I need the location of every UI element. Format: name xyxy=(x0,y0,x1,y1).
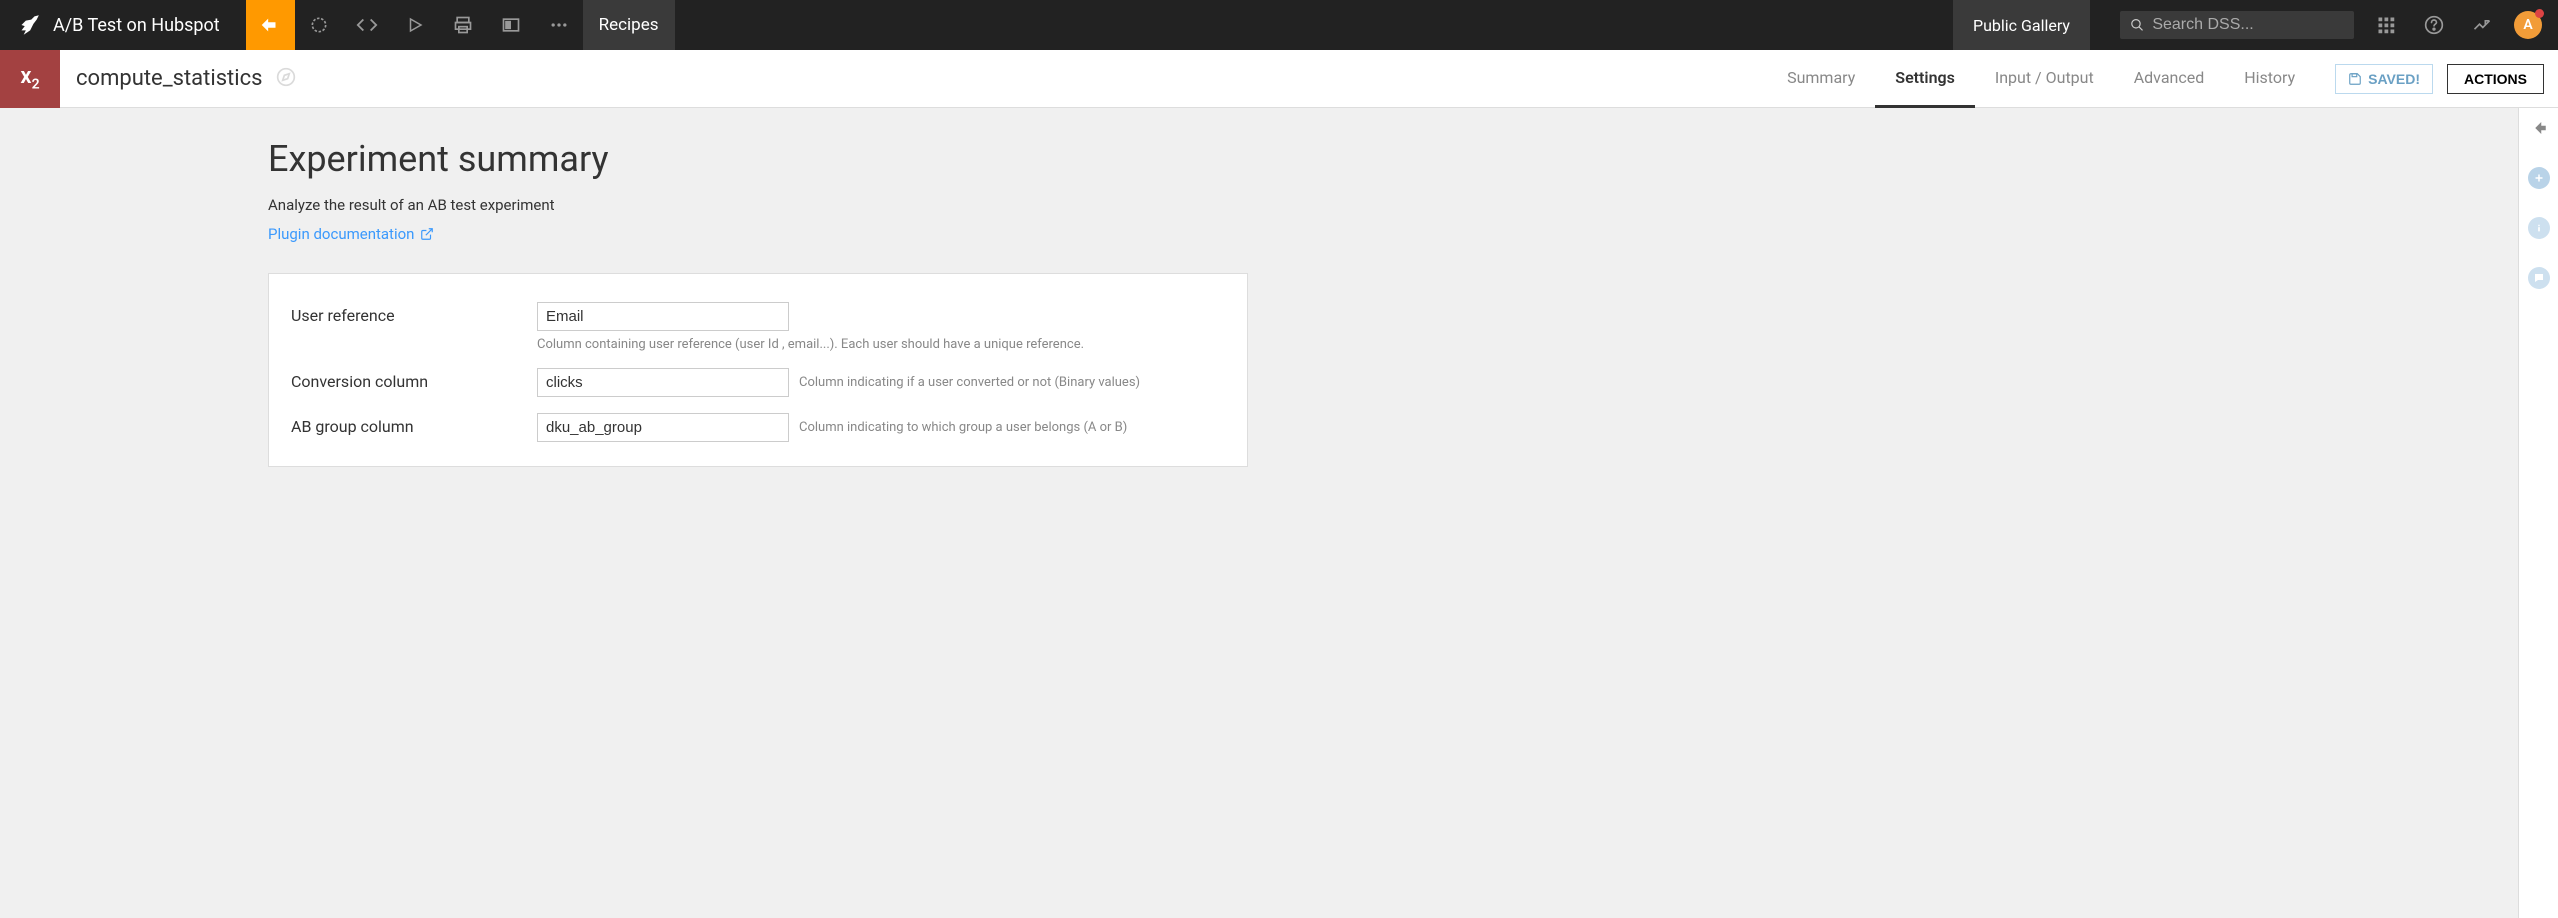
row-conversion-column: Conversion column Column indicating if a… xyxy=(291,368,1225,397)
add-circle-icon[interactable] xyxy=(2525,164,2553,192)
recipe-badge: x2 xyxy=(0,50,60,108)
avatar-letter: A xyxy=(2523,17,2532,33)
label-ab-group-column: AB group column xyxy=(291,413,537,436)
page-description: Analyze the result of an AB test experim… xyxy=(268,196,1248,214)
doc-link-text: Plugin documentation xyxy=(268,225,414,243)
top-bar: A/B Test on Hubspot Recipes Public Galle… xyxy=(0,0,2558,50)
flow-icon[interactable] xyxy=(246,0,295,50)
help-icon[interactable] xyxy=(2410,0,2458,50)
saved-button[interactable]: SAVED! xyxy=(2335,64,2433,94)
main-wrap: Experiment summary Analyze the result of… xyxy=(0,108,2558,918)
dashboard-icon[interactable] xyxy=(487,0,535,50)
secondary-tabs: Summary Settings Input / Output Advanced… xyxy=(1767,50,2315,108)
recipe-name: compute_statistics xyxy=(76,66,262,91)
tab-advanced[interactable]: Advanced xyxy=(2114,50,2225,108)
hint-ab-group-column: Column indicating to which group a user … xyxy=(799,420,1127,435)
notification-dot-icon xyxy=(2535,9,2544,18)
plugin-doc-link[interactable]: Plugin documentation xyxy=(268,225,434,243)
actions-button[interactable]: ACTIONS xyxy=(2447,64,2544,94)
tab-history[interactable]: History xyxy=(2224,50,2315,108)
label-user-reference: User reference xyxy=(291,302,537,325)
right-rail xyxy=(2518,108,2558,918)
badge-main: x xyxy=(20,64,31,89)
search-wrapper[interactable] xyxy=(2120,11,2354,39)
hint-user-reference: Column containing user reference (user I… xyxy=(537,337,1225,352)
nav-recipes[interactable]: Recipes xyxy=(583,0,675,50)
label-conversion-column: Conversion column xyxy=(291,368,537,391)
print-icon[interactable] xyxy=(439,0,487,50)
settings-form: User reference Column containing user re… xyxy=(268,273,1248,467)
refresh-icon[interactable] xyxy=(295,0,343,50)
row-user-reference: User reference Column containing user re… xyxy=(291,302,1225,352)
external-link-icon xyxy=(420,227,434,241)
secondary-bar: x2 compute_statistics Summary Settings I… xyxy=(0,50,2558,108)
chat-circle-icon[interactable] xyxy=(2525,264,2553,292)
play-icon[interactable] xyxy=(391,0,439,50)
input-conversion-column[interactable] xyxy=(537,368,789,397)
logo-area: A/B Test on Hubspot xyxy=(0,12,246,38)
trend-icon[interactable] xyxy=(2458,0,2506,50)
saved-label: SAVED! xyxy=(2368,71,2420,87)
info-circle-icon[interactable] xyxy=(2525,214,2553,242)
ellipsis-icon[interactable] xyxy=(535,0,583,50)
project-title[interactable]: A/B Test on Hubspot xyxy=(53,15,236,36)
avatar[interactable]: A xyxy=(2514,11,2542,39)
code-icon[interactable] xyxy=(343,0,391,50)
tab-summary[interactable]: Summary xyxy=(1767,50,1875,108)
content-area: Experiment summary Analyze the result of… xyxy=(0,108,2518,918)
tab-settings[interactable]: Settings xyxy=(1875,50,1975,108)
hint-conversion-column: Column indicating if a user converted or… xyxy=(799,375,1140,390)
bird-icon[interactable] xyxy=(15,12,41,38)
input-ab-group-column[interactable] xyxy=(537,413,789,442)
back-arrow-icon[interactable] xyxy=(2525,114,2553,142)
input-user-reference[interactable] xyxy=(537,302,789,331)
row-ab-group-column: AB group column Column indicating to whi… xyxy=(291,413,1225,442)
page-title: Experiment summary xyxy=(268,138,1248,180)
public-gallery-link[interactable]: Public Gallery xyxy=(1953,0,2090,50)
badge-sub: 2 xyxy=(32,77,40,93)
search-icon xyxy=(2130,17,2144,33)
compass-icon[interactable] xyxy=(276,67,296,91)
search-input[interactable] xyxy=(2152,16,2344,34)
tab-input-output[interactable]: Input / Output xyxy=(1975,50,2114,108)
save-icon xyxy=(2348,72,2362,86)
apps-icon[interactable] xyxy=(2362,0,2410,50)
